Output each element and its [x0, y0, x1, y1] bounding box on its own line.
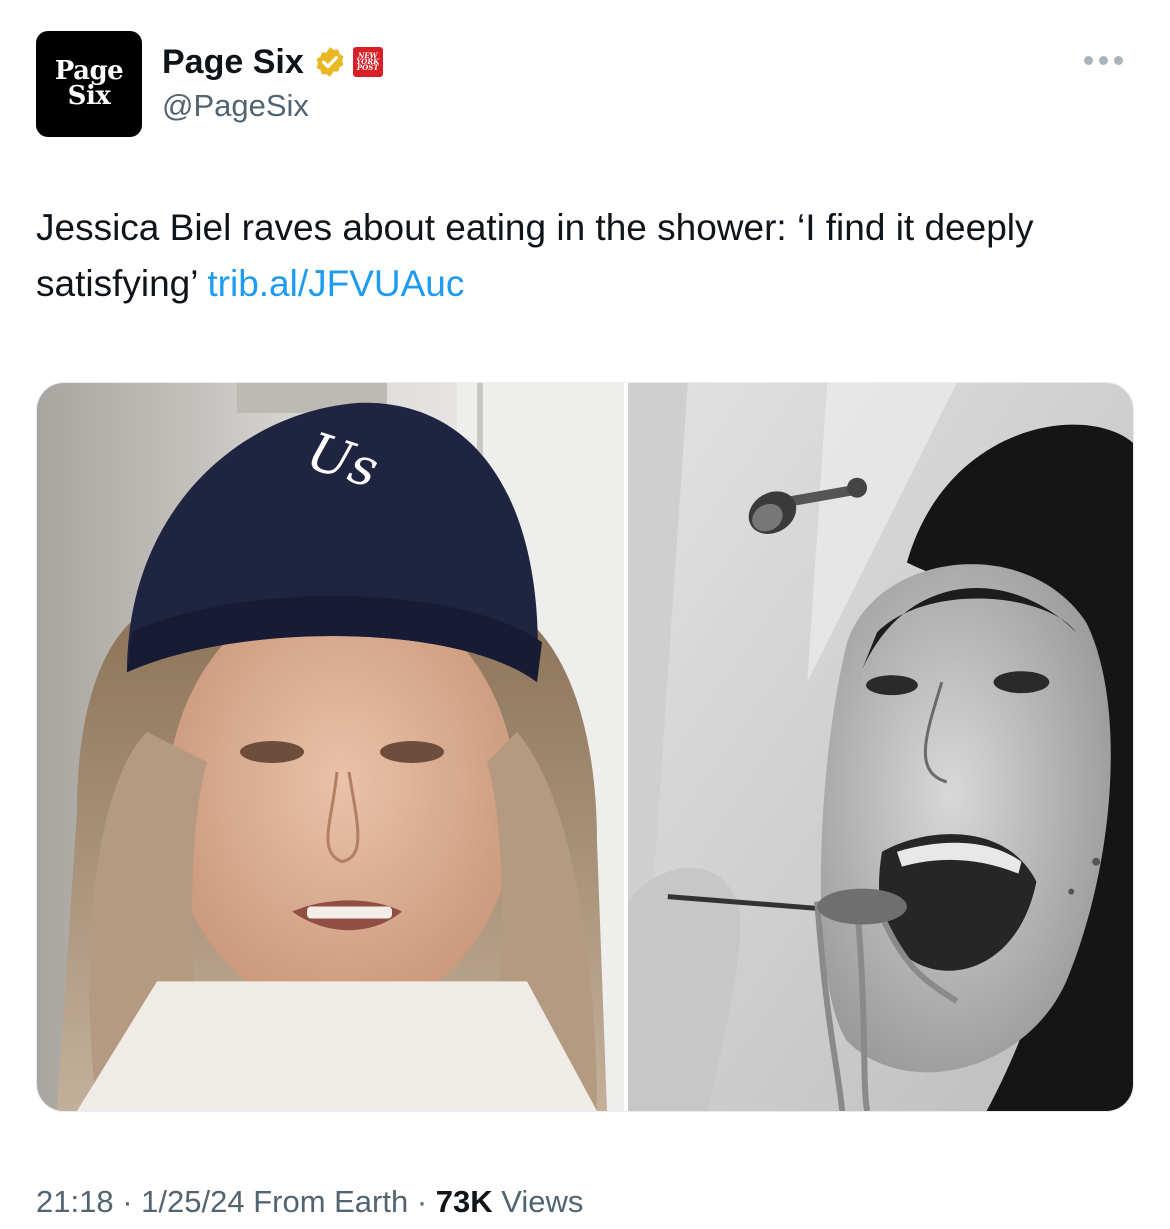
media-grid[interactable]: Us — [36, 382, 1134, 1112]
woman-eating-in-shower-image — [628, 383, 1133, 1111]
photo-right[interactable] — [628, 383, 1133, 1111]
photo-left[interactable]: Us — [37, 383, 624, 1111]
avatar-line2: Six — [67, 81, 111, 111]
name-row: Page Six NEW YORK POST — [162, 40, 383, 84]
tweet-text: Jessica Biel raves about eating in the s… — [36, 200, 1136, 312]
more-options-icon[interactable] — [1084, 56, 1123, 65]
more-dot — [1084, 56, 1093, 65]
tweet-date[interactable]: 1/25/24 — [141, 1184, 244, 1220]
tweet-link[interactable]: trib.al/JFVUAuc — [207, 263, 464, 304]
affiliate-badge[interactable]: NEW YORK POST — [352, 47, 383, 77]
tweet-time[interactable]: 21:18 — [36, 1184, 114, 1220]
tweet-source: From Earth — [244, 1184, 409, 1219]
tweet[interactable]: Page Six Page Six NEW YORK POST @PageSix… — [0, 0, 1170, 1229]
more-dot — [1099, 56, 1108, 65]
avatar[interactable]: Page Six — [36, 31, 142, 137]
handle[interactable]: @PageSix — [162, 88, 309, 124]
more-dot — [1114, 56, 1123, 65]
views-label: Views — [492, 1184, 584, 1219]
display-name[interactable]: Page Six — [162, 43, 304, 82]
verified-badge-icon[interactable] — [313, 45, 347, 79]
meta-separator: · — [113, 1184, 142, 1219]
views-count[interactable]: 73K — [436, 1184, 493, 1220]
affiliate-badge-line3: POST — [356, 63, 379, 73]
tweet-meta: 21:18 · 1/25/24 From Earth · 73K Views — [36, 1184, 583, 1220]
meta-separator: · — [408, 1184, 436, 1219]
tweet-body: Jessica Biel raves about eating in the s… — [36, 207, 1034, 304]
woman-in-beanie-image: Us — [37, 383, 624, 1111]
